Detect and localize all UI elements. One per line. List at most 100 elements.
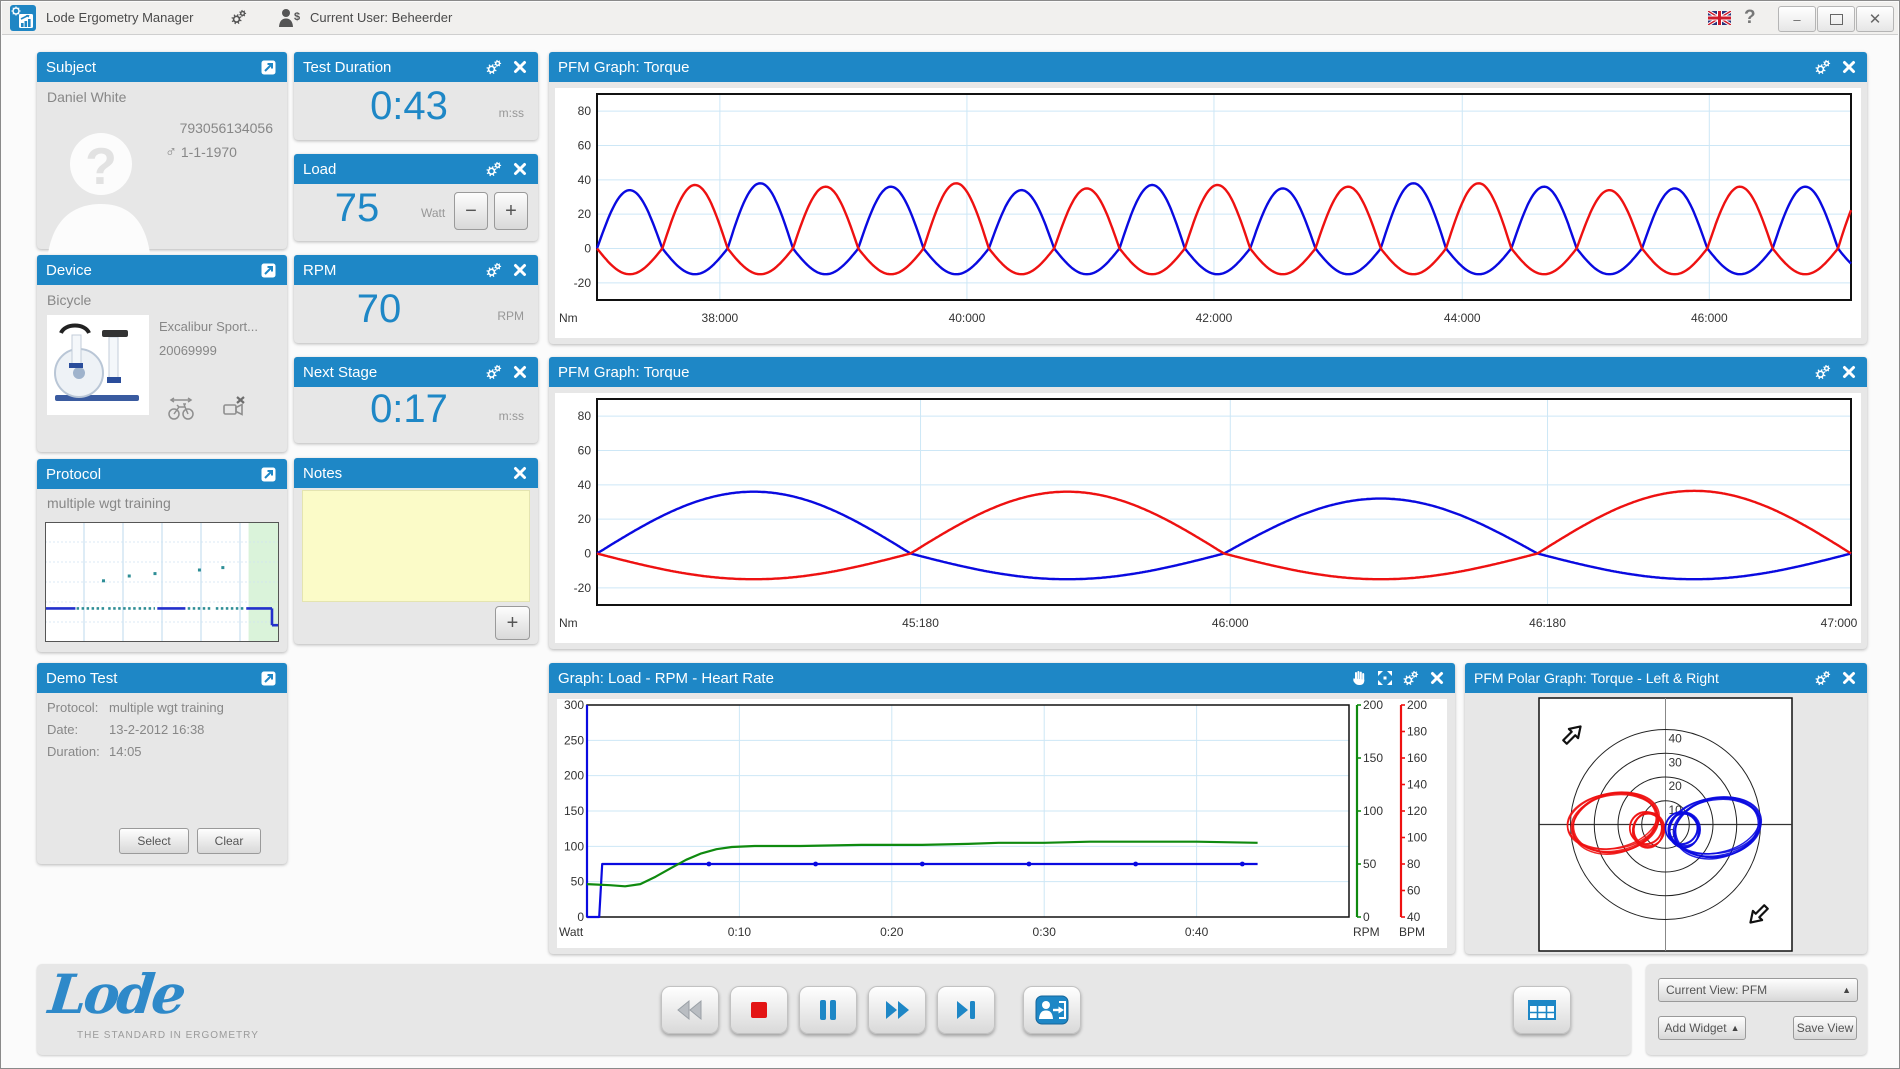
svg-text:100: 100 bbox=[1407, 831, 1427, 845]
svg-text:140: 140 bbox=[1407, 778, 1427, 792]
svg-text:-20: -20 bbox=[574, 581, 592, 595]
bottom-toolbar: Lode THE STANDARD IN ERGOMETRY bbox=[37, 964, 1631, 1055]
current-user-label: Current User: Beheerder bbox=[310, 2, 452, 34]
close-icon[interactable] bbox=[1839, 58, 1858, 77]
widget-settings-icon[interactable] bbox=[1813, 58, 1832, 77]
current-view-label: Current View: PFM bbox=[1666, 983, 1767, 997]
rewind-icon bbox=[675, 998, 705, 1022]
close-icon[interactable] bbox=[510, 464, 529, 483]
svg-text:0: 0 bbox=[577, 910, 584, 924]
rpm-unit: RPM bbox=[497, 309, 524, 323]
stop-icon bbox=[748, 999, 770, 1021]
user-switch-icon[interactable]: $ bbox=[278, 8, 302, 28]
close-icon[interactable] bbox=[510, 261, 529, 280]
maximize-button[interactable] bbox=[1817, 6, 1855, 32]
close-icon[interactable] bbox=[510, 58, 529, 77]
stop-button[interactable] bbox=[730, 986, 788, 1034]
data-table-button[interactable] bbox=[1513, 986, 1571, 1034]
svg-text:80: 80 bbox=[578, 409, 592, 423]
popup-icon[interactable] bbox=[259, 465, 278, 484]
svg-text:40: 40 bbox=[578, 478, 592, 492]
svg-text:0: 0 bbox=[1363, 910, 1370, 924]
save-view-button[interactable]: Save View bbox=[1793, 1016, 1857, 1040]
svg-text:Watt: Watt bbox=[559, 925, 584, 939]
load-increase-button[interactable]: + bbox=[494, 192, 528, 230]
close-icon[interactable] bbox=[1839, 669, 1858, 688]
next-stage-unit: m:ss bbox=[499, 409, 524, 423]
svg-text:45:180: 45:180 bbox=[902, 616, 939, 630]
widget-settings-icon[interactable] bbox=[484, 261, 503, 280]
help-icon[interactable]: ? bbox=[1744, 2, 1756, 34]
widget-settings-icon[interactable] bbox=[1813, 669, 1832, 688]
test-duration-value: 0:43 bbox=[344, 84, 474, 129]
chevron-up-icon: ▲ bbox=[1731, 1023, 1740, 1033]
close-window-button[interactable]: ✕ bbox=[1856, 6, 1894, 32]
demo-test-widget: Demo Test Protocol: multiple wgt trainin… bbox=[37, 663, 287, 864]
language-flag-icon[interactable] bbox=[1708, 11, 1731, 25]
widget-settings-icon[interactable] bbox=[484, 363, 503, 382]
subject-id: 793056134056 bbox=[157, 120, 273, 136]
add-widget-label: Add Widget bbox=[1665, 1021, 1727, 1035]
skip-to-end-button[interactable] bbox=[937, 986, 995, 1034]
svg-text:120: 120 bbox=[1407, 804, 1427, 818]
widget-settings-icon[interactable] bbox=[1401, 669, 1420, 688]
close-icon[interactable] bbox=[1839, 363, 1858, 382]
minimize-button[interactable]: – bbox=[1778, 6, 1816, 32]
load-unit: Watt bbox=[421, 206, 445, 220]
svg-text:250: 250 bbox=[564, 733, 584, 747]
rewind-button[interactable] bbox=[661, 986, 719, 1034]
load-rpm-hr-widget: Graph: Load - RPM - Heart Rate 300250200… bbox=[549, 663, 1455, 954]
chevron-up-icon: ▲ bbox=[1842, 985, 1851, 995]
app-logo-icon bbox=[10, 5, 36, 31]
svg-text:0:40: 0:40 bbox=[1185, 925, 1209, 939]
subject-session-button[interactable] bbox=[1023, 986, 1081, 1034]
settings-gears-icon[interactable] bbox=[230, 9, 247, 26]
device-serial: 20069999 bbox=[159, 343, 217, 358]
fullscreen-icon[interactable] bbox=[1375, 669, 1394, 688]
load-rpm-hr-chart[interactable]: 3002502001501005000:100:200:300:40200150… bbox=[557, 699, 1447, 948]
close-icon[interactable] bbox=[510, 160, 529, 179]
notes-widget: Notes + bbox=[294, 458, 538, 644]
clear-button[interactable]: Clear bbox=[197, 828, 261, 854]
svg-text:42:000: 42:000 bbox=[1196, 311, 1233, 325]
pause-button[interactable] bbox=[799, 986, 857, 1034]
close-icon[interactable] bbox=[510, 363, 529, 382]
subject-title: Subject bbox=[46, 59, 96, 76]
svg-text:20: 20 bbox=[578, 207, 592, 221]
app-title: Lode Ergometry Manager bbox=[46, 2, 193, 34]
widget-settings-icon[interactable] bbox=[484, 160, 503, 179]
pan-hand-icon[interactable] bbox=[1349, 669, 1368, 688]
svg-text:0:30: 0:30 bbox=[1033, 925, 1057, 939]
load-rpm-hr-title: Graph: Load - RPM - Heart Rate bbox=[558, 670, 774, 687]
popup-icon[interactable] bbox=[259, 58, 278, 77]
svg-text:40: 40 bbox=[1669, 732, 1683, 746]
widget-settings-icon[interactable] bbox=[1813, 363, 1832, 382]
svg-text:150: 150 bbox=[1363, 751, 1383, 765]
svg-text:80: 80 bbox=[578, 104, 592, 118]
widget-settings-icon[interactable] bbox=[484, 58, 503, 77]
polar-graph-widget: PFM Polar Graph: Torque - Left & Right 1… bbox=[1465, 663, 1867, 954]
maximize-icon bbox=[1830, 14, 1843, 25]
add-note-button[interactable]: + bbox=[495, 606, 530, 640]
popup-icon[interactable] bbox=[259, 261, 278, 280]
current-view-dropdown[interactable]: Current View: PFM ▲ bbox=[1658, 978, 1858, 1002]
close-icon[interactable] bbox=[1427, 669, 1446, 688]
notes-input[interactable] bbox=[302, 490, 530, 602]
row-label: Duration: bbox=[47, 744, 109, 759]
rpm-value: 70 bbox=[324, 287, 434, 332]
select-button[interactable]: Select bbox=[119, 828, 189, 854]
next-stage-value: 0:17 bbox=[344, 387, 474, 432]
lode-logo: Lode bbox=[46, 962, 187, 1026]
pfm-graph-title: PFM Graph: Torque bbox=[558, 364, 689, 381]
fast-forward-button[interactable] bbox=[868, 986, 926, 1034]
skip-to-end-icon bbox=[953, 998, 979, 1022]
svg-text:100: 100 bbox=[1363, 804, 1383, 818]
svg-text:40: 40 bbox=[1407, 910, 1421, 924]
subject-birthdate: 1-1-1970 bbox=[181, 144, 237, 160]
row-value: 14:05 bbox=[109, 744, 142, 759]
load-decrease-button[interactable]: − bbox=[454, 192, 488, 230]
add-widget-button[interactable]: Add Widget ▲ bbox=[1658, 1016, 1746, 1040]
svg-text:100: 100 bbox=[564, 839, 584, 853]
popup-icon[interactable] bbox=[259, 669, 278, 688]
svg-text:50: 50 bbox=[1363, 857, 1377, 871]
